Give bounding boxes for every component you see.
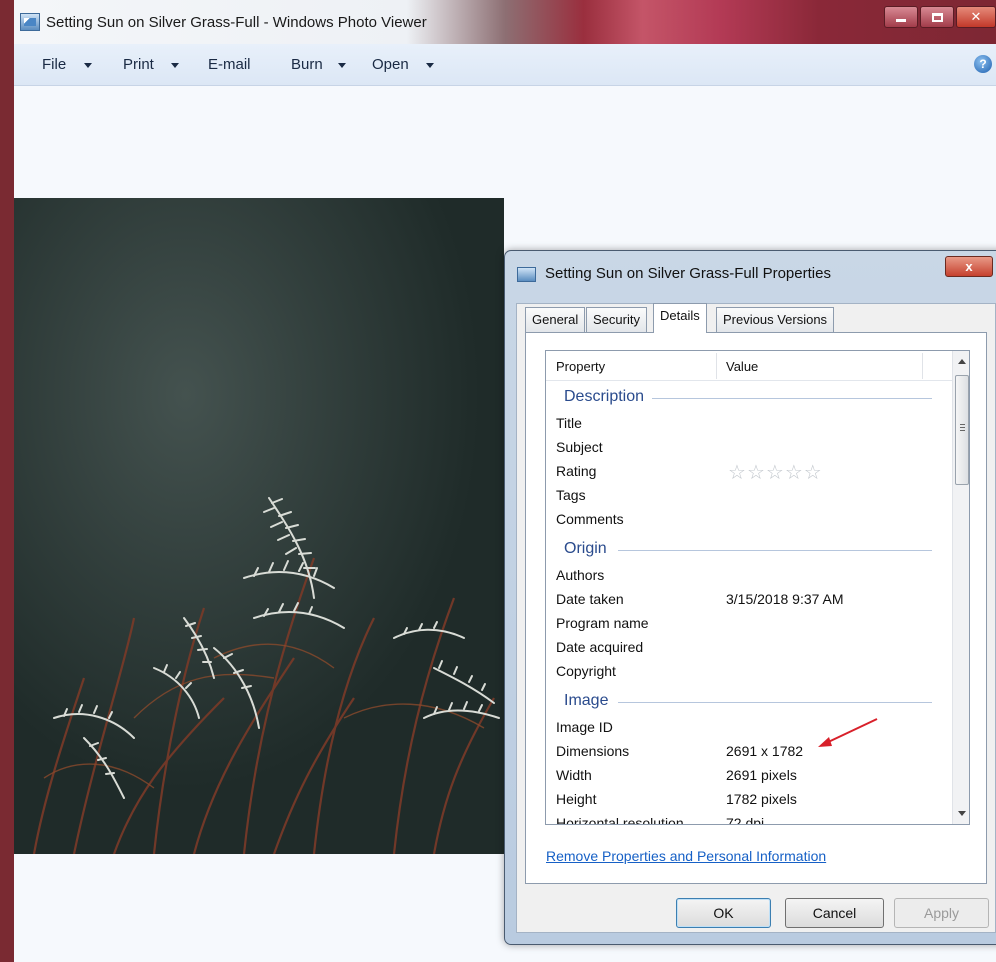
burn-dropdown-arrow-icon[interactable] bbox=[338, 63, 346, 68]
property-horizontal-resolution[interactable]: Horizontal resolution bbox=[556, 815, 684, 824]
ok-button[interactable]: OK bbox=[676, 898, 771, 928]
maximize-button[interactable] bbox=[920, 6, 954, 28]
property-rating[interactable]: Rating bbox=[556, 463, 596, 479]
property-width[interactable]: Width bbox=[556, 767, 592, 783]
section-heading-image: Image bbox=[564, 692, 609, 709]
scroll-down-arrow-icon[interactable] bbox=[958, 811, 966, 816]
photo-viewer-window: Setting Sun on Silver Grass-Full - Windo… bbox=[0, 0, 996, 962]
scroll-up-arrow-icon[interactable] bbox=[958, 359, 966, 364]
property-tags[interactable]: Tags bbox=[556, 487, 586, 503]
dialog-title: Setting Sun on Silver Grass-Full Propert… bbox=[545, 265, 831, 282]
photo-viewer-app-icon bbox=[20, 13, 40, 31]
tab-details[interactable]: Details bbox=[653, 303, 707, 333]
minimize-button[interactable] bbox=[884, 6, 918, 28]
details-tab-panel: Property Value Description Title Subject… bbox=[525, 332, 987, 884]
remove-properties-link[interactable]: Remove Properties and Personal Informati… bbox=[546, 848, 826, 864]
value-date-taken[interactable]: 3/15/2018 9:37 AM bbox=[726, 591, 844, 607]
rating-stars[interactable]: ☆ ☆ ☆ ☆ ☆ bbox=[728, 463, 822, 483]
star-icon[interactable]: ☆ bbox=[728, 463, 746, 483]
star-icon[interactable]: ☆ bbox=[785, 463, 803, 483]
close-icon: x bbox=[965, 259, 973, 274]
maximize-icon bbox=[931, 12, 943, 22]
cancel-button[interactable]: Cancel bbox=[785, 898, 884, 928]
scroll-thumb[interactable] bbox=[955, 375, 969, 485]
section-heading-description: Description bbox=[564, 388, 645, 405]
dialog-body: General Security Details Previous Versio… bbox=[516, 303, 996, 933]
section-divider bbox=[652, 398, 932, 399]
displayed-photo bbox=[14, 198, 504, 854]
column-header-property[interactable]: Property bbox=[556, 359, 605, 374]
menu-print[interactable]: Print bbox=[123, 56, 154, 73]
property-dimensions[interactable]: Dimensions bbox=[556, 743, 629, 759]
menu-open[interactable]: Open bbox=[372, 56, 409, 73]
column-divider[interactable] bbox=[922, 353, 923, 379]
property-image-id[interactable]: Image ID bbox=[556, 719, 613, 735]
help-icon[interactable]: ? bbox=[974, 55, 992, 73]
dialog-close-button[interactable]: x bbox=[945, 256, 993, 277]
menu-email[interactable]: E-mail bbox=[208, 56, 251, 73]
close-button[interactable]: ✕ bbox=[956, 6, 996, 28]
tab-previous-versions[interactable]: Previous Versions bbox=[716, 307, 835, 332]
menu-burn[interactable]: Burn bbox=[291, 56, 323, 73]
section-divider bbox=[618, 550, 932, 551]
star-icon[interactable]: ☆ bbox=[804, 463, 822, 483]
value-width[interactable]: 2691 pixels bbox=[726, 767, 797, 783]
print-dropdown-arrow-icon[interactable] bbox=[171, 63, 179, 68]
apply-button[interactable]: Apply bbox=[894, 898, 989, 928]
annotation-arrow-icon bbox=[818, 718, 878, 747]
property-comments[interactable]: Comments bbox=[556, 511, 624, 527]
star-icon[interactable]: ☆ bbox=[747, 463, 765, 483]
property-list-header: Property Value bbox=[546, 351, 952, 381]
menu-file[interactable]: File bbox=[42, 56, 66, 73]
property-list[interactable]: Property Value Description Title Subject… bbox=[545, 350, 970, 825]
property-title[interactable]: Title bbox=[556, 415, 582, 431]
minimize-icon bbox=[896, 18, 906, 22]
window-title: Setting Sun on Silver Grass-Full - Windo… bbox=[46, 14, 427, 31]
dialog-file-icon bbox=[517, 267, 536, 282]
star-icon[interactable]: ☆ bbox=[766, 463, 784, 483]
section-heading-origin: Origin bbox=[564, 540, 607, 557]
column-header-value[interactable]: Value bbox=[726, 359, 758, 374]
value-horizontal-resolution[interactable]: 72 dpi bbox=[726, 815, 764, 824]
property-subject[interactable]: Subject bbox=[556, 439, 603, 455]
property-height[interactable]: Height bbox=[556, 791, 596, 807]
column-divider[interactable] bbox=[716, 353, 717, 379]
property-program-name[interactable]: Program name bbox=[556, 615, 649, 631]
value-height[interactable]: 1782 pixels bbox=[726, 791, 797, 807]
command-bar: File Print E-mail Burn Open ? bbox=[14, 44, 996, 86]
property-authors[interactable]: Authors bbox=[556, 567, 604, 583]
file-dropdown-arrow-icon[interactable] bbox=[84, 63, 92, 68]
grip-icon bbox=[960, 424, 965, 425]
property-date-taken[interactable]: Date taken bbox=[556, 591, 624, 607]
properties-dialog: Setting Sun on Silver Grass-Full Propert… bbox=[504, 250, 996, 945]
property-copyright[interactable]: Copyright bbox=[556, 663, 616, 679]
tab-general[interactable]: General bbox=[525, 307, 586, 332]
section-divider bbox=[618, 702, 932, 703]
property-list-scrollbar[interactable] bbox=[952, 351, 969, 824]
tab-security[interactable]: Security bbox=[586, 307, 647, 332]
silver-grass-photo bbox=[14, 198, 504, 854]
title-bar[interactable]: Setting Sun on Silver Grass-Full - Windo… bbox=[14, 0, 996, 44]
open-dropdown-arrow-icon[interactable] bbox=[426, 63, 434, 68]
value-dimensions[interactable]: 2691 x 1782 bbox=[726, 743, 803, 759]
close-icon: ✕ bbox=[970, 9, 982, 24]
property-date-acquired[interactable]: Date acquired bbox=[556, 639, 643, 655]
